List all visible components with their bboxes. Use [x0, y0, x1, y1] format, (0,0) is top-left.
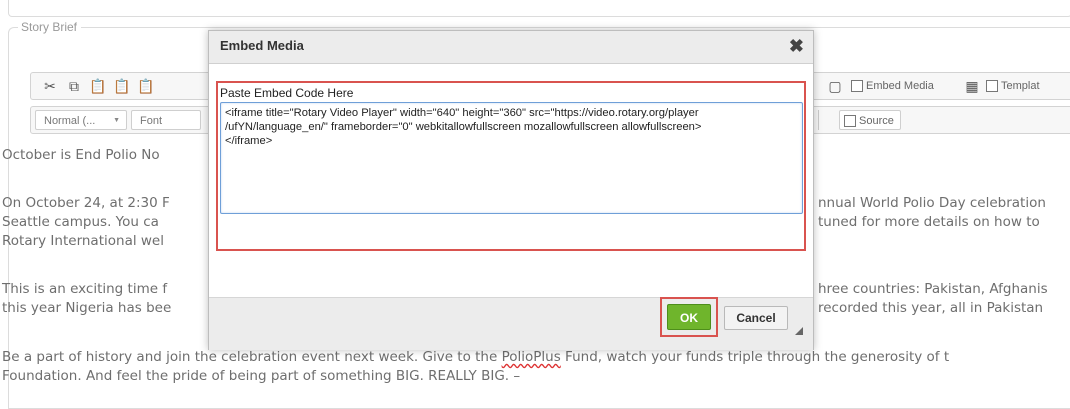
body-line-5-left: This is an exciting time f: [2, 281, 168, 297]
ok-button[interactable]: OK: [667, 304, 711, 330]
templates-label: Templat: [1001, 80, 1040, 92]
source-button[interactable]: Source: [839, 110, 901, 130]
body-line-7-b: Fund, watch your funds triple through th…: [560, 349, 950, 365]
templates-icon: [986, 80, 998, 93]
body-line-3-right: tuned for more details on how to: [818, 214, 1040, 230]
image-icon[interactable]: ▢: [826, 77, 844, 95]
polioplus-word: PolioPlus: [501, 349, 561, 365]
cancel-button[interactable]: Cancel: [724, 306, 788, 330]
paste-text-icon[interactable]: 📋: [113, 77, 131, 95]
body-line-4-left: Rotary International wel: [2, 233, 164, 249]
paste-word-icon[interactable]: 📋: [137, 77, 155, 95]
body-line-2-left: On October 24, at 2:30 F: [2, 195, 170, 211]
font-combo[interactable]: Font: [131, 110, 201, 130]
copy-icon[interactable]: ⧉: [65, 77, 83, 95]
embed-code-textarea[interactable]: <iframe title="Rotary Video Player" widt…: [220, 102, 803, 214]
body-line-1: October is End Polio No: [2, 147, 160, 163]
body-line-5-right: hree countries: Pakistan, Afghanis: [818, 281, 1048, 297]
body-line-6-right: recorded this year, all in Pakistan: [818, 300, 1044, 316]
source-label: Source: [859, 115, 894, 127]
embed-media-label: Embed Media: [866, 80, 934, 92]
font-combo-value: Font: [140, 115, 163, 127]
body-line-3-left: Seattle campus. You ca: [2, 214, 159, 230]
format-combo[interactable]: Normal (... ▼: [35, 110, 127, 130]
body-line-7-a: Be a part of history and join the celebr…: [2, 349, 502, 365]
dialog-footer: [209, 297, 813, 350]
cut-icon[interactable]: ✂: [41, 77, 59, 95]
dialog-title: Embed Media: [220, 38, 304, 53]
paste-icon[interactable]: 📋: [89, 77, 107, 95]
chevron-down-icon: ▼: [113, 117, 120, 124]
embed-media-icon: [851, 80, 863, 93]
dialog-header[interactable]: Embed Media ✖: [209, 31, 813, 64]
embed-media-button[interactable]: Embed Media: [851, 77, 934, 95]
body-line-6-left: this year Nigeria has bee: [2, 300, 172, 316]
paste-embed-label: Paste Embed Code Here: [220, 86, 354, 100]
resize-handle-icon[interactable]: [795, 327, 803, 335]
top-panel: [8, 0, 1070, 17]
table-icon[interactable]: ▦: [963, 77, 981, 95]
close-icon[interactable]: ✖: [789, 35, 804, 57]
format-combo-value: Normal (...: [44, 115, 96, 127]
embed-media-dialog: Embed Media ✖ Paste Embed Code Here <ifr…: [208, 30, 814, 350]
body-line-2-right: nnual World Polio Day celebration: [818, 195, 1046, 211]
body-line-8: Foundation. And feel the pride of being …: [2, 368, 521, 384]
body-line-7: Be a part of history and join the celebr…: [2, 348, 949, 366]
source-icon: [844, 115, 856, 128]
story-brief-legend: Story Brief: [18, 20, 82, 34]
toolbar-divider: [818, 110, 819, 130]
templates-button[interactable]: Templat: [986, 77, 1040, 95]
